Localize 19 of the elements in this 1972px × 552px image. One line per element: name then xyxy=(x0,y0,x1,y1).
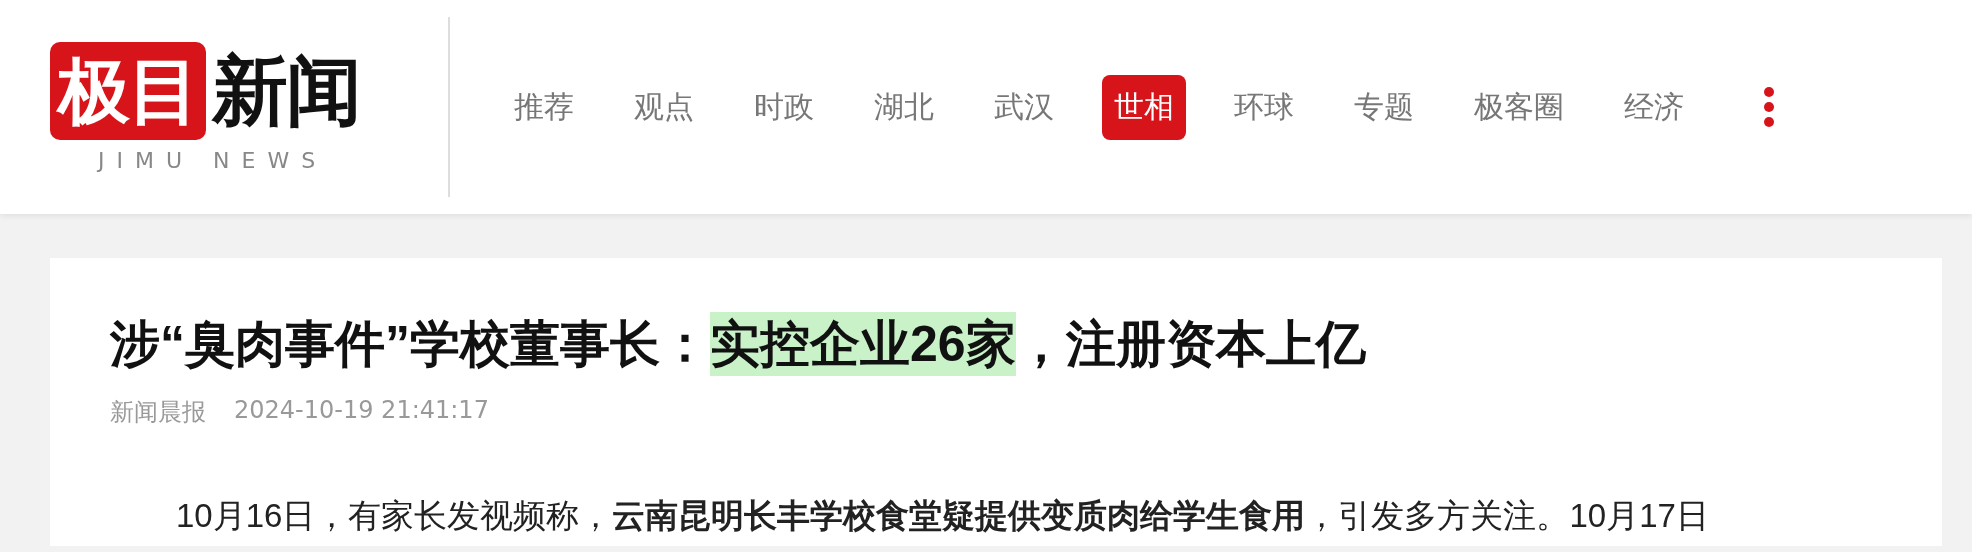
article-paragraph: 10月16日，有家长发视频称，云南昆明长丰学校食堂疑提供变质肉给学生食用，引发多方关注。10月17日 xyxy=(175,496,1710,536)
nav-tab[interactable]: 环球 xyxy=(1222,74,1306,140)
nav-tab[interactable]: 专题 xyxy=(1342,74,1426,140)
nav-tab[interactable]: 推荐 xyxy=(502,74,586,140)
nav-tab[interactable]: 时政 xyxy=(742,74,826,140)
more-icon[interactable] xyxy=(1762,86,1776,128)
logo[interactable]: 极目 新闻 JIMU NEWS xyxy=(0,17,450,197)
logo-mark: 极目 xyxy=(50,41,206,140)
logo-tagline: JIMU NEWS xyxy=(98,147,328,173)
article-title: 涉“臭肉事件”学校董事长：实控企业26家，注册资本上亿 xyxy=(110,306,1882,382)
logo-name: 新闻 xyxy=(212,44,360,137)
nav-tab[interactable]: 湖北 xyxy=(862,74,946,140)
article-source: 新闻晨报 xyxy=(110,397,206,428)
nav-tab[interactable]: 观点 xyxy=(622,74,706,140)
nav-tab[interactable]: 世相 xyxy=(1102,74,1186,140)
nav-tab[interactable]: 武汉 xyxy=(982,74,1066,140)
nav-tab[interactable]: 经济 xyxy=(1612,74,1696,140)
nav-tab[interactable]: 极客圈 xyxy=(1462,74,1576,140)
article-time: 2024-10-19 21:41:17 xyxy=(234,396,489,426)
